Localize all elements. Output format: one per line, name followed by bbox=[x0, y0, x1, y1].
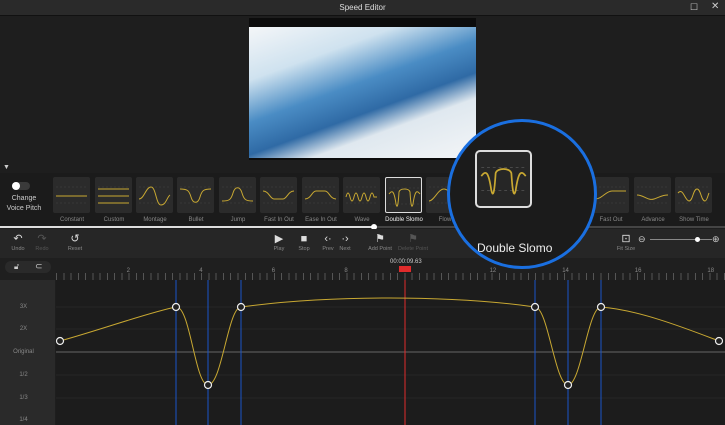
next-label: Next bbox=[339, 246, 351, 252]
collapse-icon[interactable]: ▼ bbox=[3, 164, 10, 171]
preset-card-montage[interactable] bbox=[136, 177, 173, 213]
voice-pitch-toggle[interactable] bbox=[12, 182, 30, 190]
toolbar: ↶ Undo ↷ Redo ↺ Reset ▶ Play ■ Stop ‹· Prev ·›… bbox=[0, 229, 725, 258]
preset-card-constant[interactable] bbox=[53, 177, 90, 213]
fit-size-icon: ⊡ bbox=[621, 233, 631, 245]
ruler-label: 4 bbox=[199, 268, 203, 274]
redo-label: Redo bbox=[35, 246, 49, 252]
zoom-out-icon[interactable]: ⊖ bbox=[638, 234, 646, 245]
video-frame bbox=[249, 27, 476, 158]
close-icon[interactable]: ✕ bbox=[711, 1, 719, 12]
showtime-curve-icon bbox=[677, 186, 710, 204]
fit-size-button[interactable]: ⊡ Fit Size bbox=[611, 232, 641, 252]
ruler-label: 14 bbox=[562, 268, 569, 274]
undo-label: Undo bbox=[11, 246, 25, 252]
preset-card-jump[interactable] bbox=[219, 177, 256, 213]
easeinout-curve-icon bbox=[304, 186, 337, 204]
preset-card-advance[interactable] bbox=[634, 177, 671, 213]
bullet-curve-icon bbox=[179, 186, 212, 204]
reset-icon: ↺ bbox=[70, 233, 80, 245]
magnifier: Double Slomo bbox=[447, 119, 597, 269]
preset-card-wave[interactable] bbox=[343, 177, 380, 213]
advance-curve-icon bbox=[636, 186, 669, 204]
zoom-in-icon[interactable]: ⊕ bbox=[712, 234, 720, 245]
speed-curve-graph[interactable] bbox=[0, 280, 725, 425]
next-icon: ·› bbox=[341, 233, 349, 245]
playhead-timestamp: 00:00:09.63 bbox=[390, 259, 422, 265]
montage-curve-icon bbox=[138, 186, 171, 206]
ruler-tools: 🔓︎ ⊂ bbox=[5, 261, 51, 273]
seek-progress bbox=[0, 226, 374, 228]
preset-card-fastinout[interactable] bbox=[260, 177, 297, 213]
ruler-label: 6 bbox=[271, 268, 276, 274]
ruler-label: 12 bbox=[489, 268, 497, 274]
double-slomo-curve-icon bbox=[480, 167, 527, 195]
doubleslomo-curve-icon bbox=[388, 187, 421, 207]
jump-curve-icon bbox=[221, 186, 254, 204]
zoom-slider-handle[interactable] bbox=[694, 237, 700, 242]
preset-card-fastout[interactable] bbox=[592, 177, 629, 213]
maximize-icon[interactable]: ☐ bbox=[690, 2, 698, 13]
lock-icon[interactable]: 🔓︎ bbox=[14, 262, 19, 272]
curve-control-point[interactable] bbox=[203, 380, 213, 390]
constant-curve-icon bbox=[56, 186, 87, 204]
preset-card-bullet[interactable] bbox=[177, 177, 214, 213]
redo-icon: ↷ bbox=[37, 233, 47, 245]
delete-point-icon: ⚑ bbox=[408, 233, 418, 245]
magnified-preset-label: Double Slomo bbox=[477, 241, 553, 255]
add-point-label: Add Point bbox=[368, 246, 392, 252]
ruler-label: 8 bbox=[344, 268, 348, 274]
video-preview bbox=[249, 18, 476, 160]
preset-card-custom[interactable] bbox=[95, 177, 132, 213]
fastinout-curve-icon bbox=[262, 186, 295, 204]
curve-control-point[interactable] bbox=[55, 336, 65, 346]
redo-button[interactable]: ↷ Redo bbox=[27, 232, 57, 252]
curve-control-point[interactable] bbox=[171, 302, 181, 312]
stop-label: Stop bbox=[298, 246, 310, 252]
preset-bar: Change Voice Pitch Constant Custom Montage… bbox=[0, 173, 725, 227]
add-point-icon: ⚑ bbox=[375, 233, 385, 245]
preset-card-easeinout[interactable] bbox=[302, 177, 339, 213]
curve-control-point[interactable] bbox=[236, 302, 246, 312]
curve-control-point[interactable] bbox=[563, 380, 573, 390]
fit-size-label: Fit Size bbox=[616, 246, 636, 252]
preset-card-showtime[interactable] bbox=[675, 177, 712, 213]
ruler-label: 2 bbox=[126, 268, 130, 274]
curve-control-point[interactable] bbox=[714, 336, 724, 346]
wave-curve-icon bbox=[345, 186, 377, 204]
curve-control-point[interactable] bbox=[596, 302, 606, 312]
custom-curve-icon bbox=[98, 186, 129, 204]
ruler-label: 16 bbox=[634, 268, 642, 274]
zoom-slider[interactable] bbox=[650, 239, 712, 240]
playhead-handle[interactable] bbox=[399, 266, 411, 272]
ruler-ticks bbox=[56, 273, 725, 280]
play-label: Play bbox=[273, 246, 285, 252]
curve-control-point[interactable] bbox=[530, 302, 540, 312]
window-title: Speed Editor bbox=[339, 3, 386, 12]
preset-label: Show Time bbox=[679, 217, 709, 223]
fastout-curve-icon bbox=[594, 186, 626, 204]
reset-label: Reset bbox=[67, 246, 83, 252]
magnified-preset-card bbox=[475, 150, 532, 208]
add-point-button[interactable]: ⚑ Add Point bbox=[365, 232, 395, 252]
next-button[interactable]: ·› Next bbox=[330, 232, 360, 252]
preset-card-doubleslomo[interactable] bbox=[385, 177, 422, 213]
delete-point-button[interactable]: ⚑ Delete Point bbox=[398, 232, 428, 252]
ruler-label: 18 bbox=[707, 268, 715, 274]
title-bar: Speed Editor ☐ ✕ bbox=[0, 0, 725, 16]
voice-pitch-label: Change Voice Pitch bbox=[6, 195, 42, 212]
magnet-icon[interactable]: ⊂ bbox=[35, 261, 43, 272]
delete-point-label: Delete Point bbox=[398, 246, 428, 252]
reset-button[interactable]: ↺ Reset bbox=[60, 232, 90, 252]
